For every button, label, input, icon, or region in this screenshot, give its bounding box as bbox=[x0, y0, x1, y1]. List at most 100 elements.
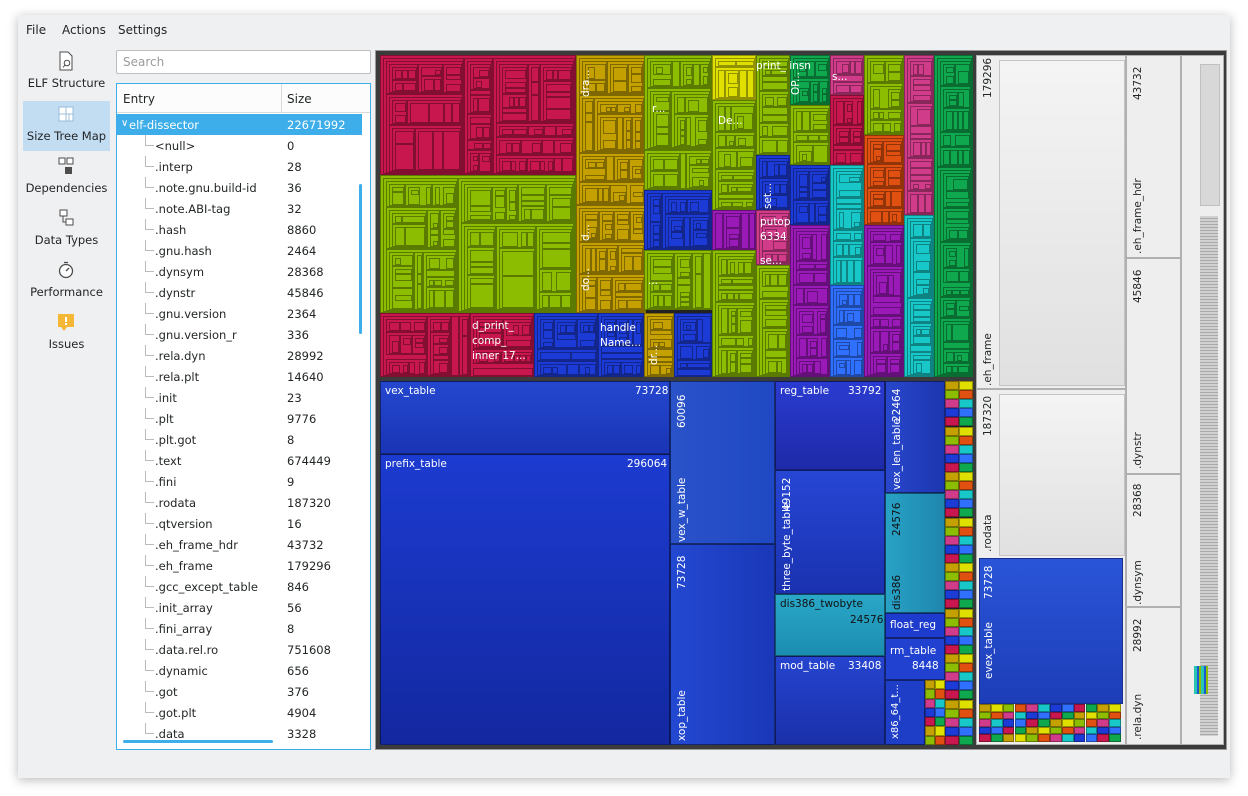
treemap-tile[interactable] bbox=[1097, 704, 1110, 712]
treemap-tile[interactable] bbox=[502, 232, 518, 247]
treemap-tile[interactable] bbox=[389, 335, 400, 354]
treemap-tile[interactable] bbox=[959, 608, 973, 618]
treemap-tile[interactable] bbox=[712, 250, 756, 377]
treemap-tile[interactable] bbox=[509, 202, 516, 211]
treemap-tile[interactable] bbox=[887, 356, 901, 374]
tm-evex-table[interactable]: 73728 evex_table bbox=[979, 558, 1123, 704]
treemap-tile[interactable] bbox=[807, 364, 813, 373]
treemap-tile[interactable] bbox=[392, 341, 399, 353]
tm-small-sections[interactable] bbox=[1181, 55, 1224, 745]
treemap-tile[interactable] bbox=[916, 285, 930, 295]
treemap-tile[interactable] bbox=[867, 164, 903, 188]
treemap-tile[interactable] bbox=[810, 348, 817, 356]
treemap-tile[interactable] bbox=[561, 295, 571, 308]
table-row[interactable]: .fini_array 8 bbox=[117, 618, 362, 639]
treemap-tile[interactable] bbox=[765, 331, 787, 350]
treemap-tile[interactable] bbox=[839, 190, 861, 197]
treemap-tile[interactable] bbox=[830, 95, 864, 165]
treemap-tile[interactable] bbox=[910, 126, 932, 134]
treemap-tile[interactable] bbox=[502, 94, 527, 108]
treemap-tile[interactable] bbox=[796, 288, 804, 304]
treemap-tile[interactable] bbox=[632, 117, 642, 150]
treemap-tile[interactable] bbox=[959, 708, 973, 718]
treemap-tile[interactable] bbox=[888, 275, 894, 295]
treemap-tile[interactable] bbox=[1085, 704, 1098, 712]
treemap-tile[interactable] bbox=[959, 399, 973, 409]
treemap-tile[interactable] bbox=[434, 79, 441, 91]
treemap-tile[interactable] bbox=[959, 526, 973, 536]
treemap-tile[interactable] bbox=[1002, 719, 1015, 727]
treemap-tile[interactable] bbox=[959, 581, 973, 591]
treemap-tile[interactable] bbox=[724, 154, 731, 167]
treemap-tile[interactable] bbox=[433, 241, 438, 246]
treemap-tile[interactable] bbox=[880, 331, 889, 352]
treemap-tile[interactable] bbox=[444, 103, 452, 123]
treemap-tile[interactable] bbox=[650, 61, 672, 87]
treemap-tile[interactable] bbox=[935, 717, 945, 727]
treemap-tile[interactable] bbox=[836, 244, 843, 256]
treemap-tile[interactable] bbox=[888, 64, 901, 72]
treemap-tile[interactable] bbox=[836, 342, 850, 356]
treemap-tile[interactable] bbox=[403, 83, 416, 91]
treemap-tile[interactable] bbox=[386, 94, 463, 173]
table-row[interactable]: .data.rel.ro 751608 bbox=[117, 639, 362, 660]
treemap-tile[interactable] bbox=[885, 245, 893, 264]
treemap-tile[interactable] bbox=[959, 635, 973, 645]
treemap-tile[interactable] bbox=[888, 72, 901, 81]
treemap-tile[interactable] bbox=[409, 362, 415, 374]
treemap-tile[interactable] bbox=[847, 104, 852, 112]
treemap-tile[interactable] bbox=[715, 132, 755, 148]
treemap-tile[interactable] bbox=[945, 563, 959, 573]
treemap-tile[interactable] bbox=[579, 153, 645, 182]
treemap-tile[interactable] bbox=[945, 572, 959, 582]
treemap-tile[interactable] bbox=[653, 199, 660, 206]
treemap-tile[interactable] bbox=[389, 97, 462, 125]
treemap-tile[interactable] bbox=[943, 363, 970, 374]
treemap-tile[interactable] bbox=[419, 362, 425, 374]
treemap-tile[interactable] bbox=[671, 202, 677, 212]
treemap-tile[interactable] bbox=[913, 142, 921, 156]
treemap-tile[interactable] bbox=[867, 188, 903, 208]
treemap-tile[interactable] bbox=[392, 266, 413, 288]
treemap-tile[interactable] bbox=[496, 137, 574, 155]
tm-eh-frame-hdr[interactable]: 43732 .eh_frame_hdr bbox=[1126, 55, 1181, 258]
treemap-tile[interactable] bbox=[392, 288, 413, 309]
treemap-tile[interactable] bbox=[389, 64, 418, 93]
treemap-tile[interactable] bbox=[687, 363, 710, 368]
treemap-tile[interactable] bbox=[674, 253, 692, 309]
treemap-tile[interactable] bbox=[793, 132, 829, 142]
treemap-tile[interactable] bbox=[894, 123, 901, 132]
table-row[interactable]: .gnu.hash 2464 bbox=[117, 240, 362, 261]
treemap-tile[interactable] bbox=[677, 97, 685, 113]
treemap-tile[interactable] bbox=[611, 107, 616, 112]
treemap-tile[interactable] bbox=[441, 322, 449, 331]
treemap-tile[interactable] bbox=[427, 316, 451, 376]
treemap-tile[interactable] bbox=[955, 135, 970, 146]
table-row[interactable]: .init 23 bbox=[117, 387, 362, 408]
treemap-tile[interactable] bbox=[990, 704, 1003, 712]
treemap-tile[interactable] bbox=[653, 225, 660, 234]
treemap-tile[interactable] bbox=[562, 129, 572, 135]
table-row[interactable]: <null> 0 bbox=[117, 135, 362, 156]
treemap-tile[interactable] bbox=[677, 369, 711, 376]
treemap-tile[interactable] bbox=[870, 167, 885, 187]
treemap-tile[interactable] bbox=[817, 311, 827, 334]
treemap-tile[interactable] bbox=[671, 220, 683, 232]
treemap-tile[interactable] bbox=[959, 726, 973, 736]
treemap-tile[interactable] bbox=[480, 232, 494, 246]
treemap-tile[interactable] bbox=[423, 252, 456, 310]
treemap-tile[interactable] bbox=[807, 338, 818, 357]
treemap-tile[interactable] bbox=[959, 563, 973, 573]
treemap-tile[interactable] bbox=[765, 310, 787, 316]
treemap-tile[interactable] bbox=[945, 453, 959, 463]
treemap-tile[interactable] bbox=[392, 213, 426, 224]
treemap-tile[interactable] bbox=[1050, 711, 1062, 720]
treemap-tile[interactable] bbox=[721, 202, 732, 207]
treemap-tile[interactable] bbox=[799, 192, 808, 198]
treemap-tile[interactable] bbox=[418, 131, 433, 170]
treemap-tile[interactable] bbox=[830, 285, 864, 377]
treemap-tile[interactable] bbox=[814, 361, 821, 374]
treemap-tile[interactable] bbox=[502, 161, 511, 171]
treemap-tile[interactable] bbox=[949, 251, 956, 257]
treemap-tile[interactable] bbox=[729, 239, 739, 247]
